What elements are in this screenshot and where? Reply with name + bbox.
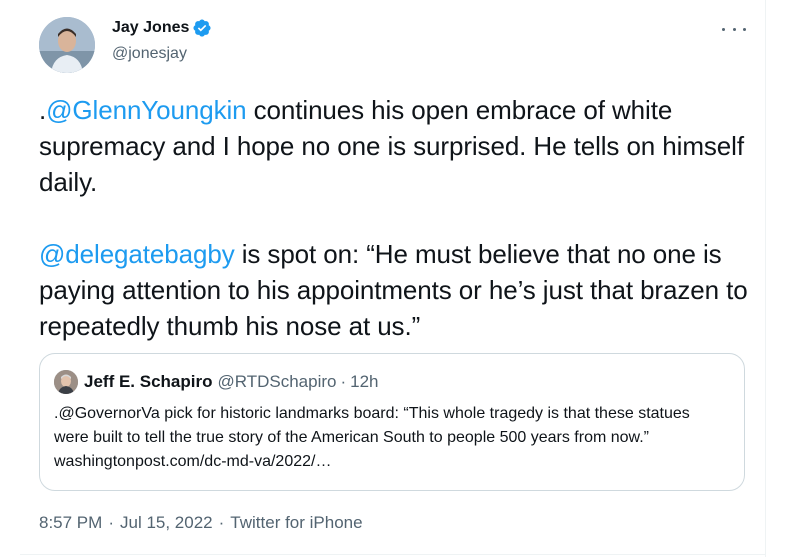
tweet-source[interactable]: Twitter for iPhone bbox=[230, 513, 362, 533]
author-block: Jay Jones @jonesjay bbox=[112, 18, 212, 64]
quoted-author-avatar bbox=[54, 370, 78, 394]
quoted-separator: · bbox=[340, 372, 347, 391]
more-options-icon[interactable] bbox=[722, 19, 746, 39]
author-avatar[interactable] bbox=[39, 17, 95, 73]
more-dot bbox=[743, 27, 746, 31]
meta-separator: · bbox=[218, 513, 225, 532]
tweet-text: .@GlennYoungkin continues his open embra… bbox=[39, 92, 754, 344]
mention-link-glennyoungkin[interactable]: @GlennYoungkin bbox=[46, 95, 247, 125]
tweet-card: Jay Jones @jonesjay .@GlennYoungkin cont… bbox=[0, 0, 765, 557]
tweet-paragraph-2: @delegatebagby is spot on: “He must beli… bbox=[39, 236, 754, 344]
column-border bbox=[765, 0, 766, 557]
verified-badge-icon bbox=[192, 18, 212, 38]
author-handle[interactable]: @jonesjay bbox=[112, 44, 212, 64]
mention-link-delegatebagby[interactable]: @delegatebagby bbox=[39, 239, 235, 269]
quoted-author-name: Jeff E. Schapiro bbox=[84, 372, 213, 391]
tweet-date[interactable]: Jul 15, 2022 bbox=[120, 513, 213, 533]
quoted-timestamp: 12h bbox=[350, 372, 379, 391]
tweet-paragraph-1: .@GlennYoungkin continues his open embra… bbox=[39, 92, 754, 200]
meta-separator: · bbox=[108, 513, 114, 532]
tweet-time[interactable]: 8:57 PM bbox=[39, 513, 102, 533]
more-dot bbox=[722, 27, 725, 31]
author-display-name[interactable]: Jay Jones bbox=[112, 18, 189, 38]
tweet-metadata: 8:57 PM · Jul 15, 2022 · Twitter for iPh… bbox=[39, 513, 363, 533]
quoted-tweet-text: .@GovernorVa pick for historic landmarks… bbox=[54, 405, 690, 470]
quoted-tweet-header: Jeff E. Schapiro @RTDSchapiro · 12h bbox=[54, 370, 379, 394]
quoted-tweet[interactable]: Jeff E. Schapiro @RTDSchapiro · 12h .@Go… bbox=[39, 353, 745, 491]
more-dot bbox=[732, 27, 736, 31]
divider bbox=[20, 554, 765, 555]
quoted-author-handle: @RTDSchapiro bbox=[217, 372, 337, 391]
